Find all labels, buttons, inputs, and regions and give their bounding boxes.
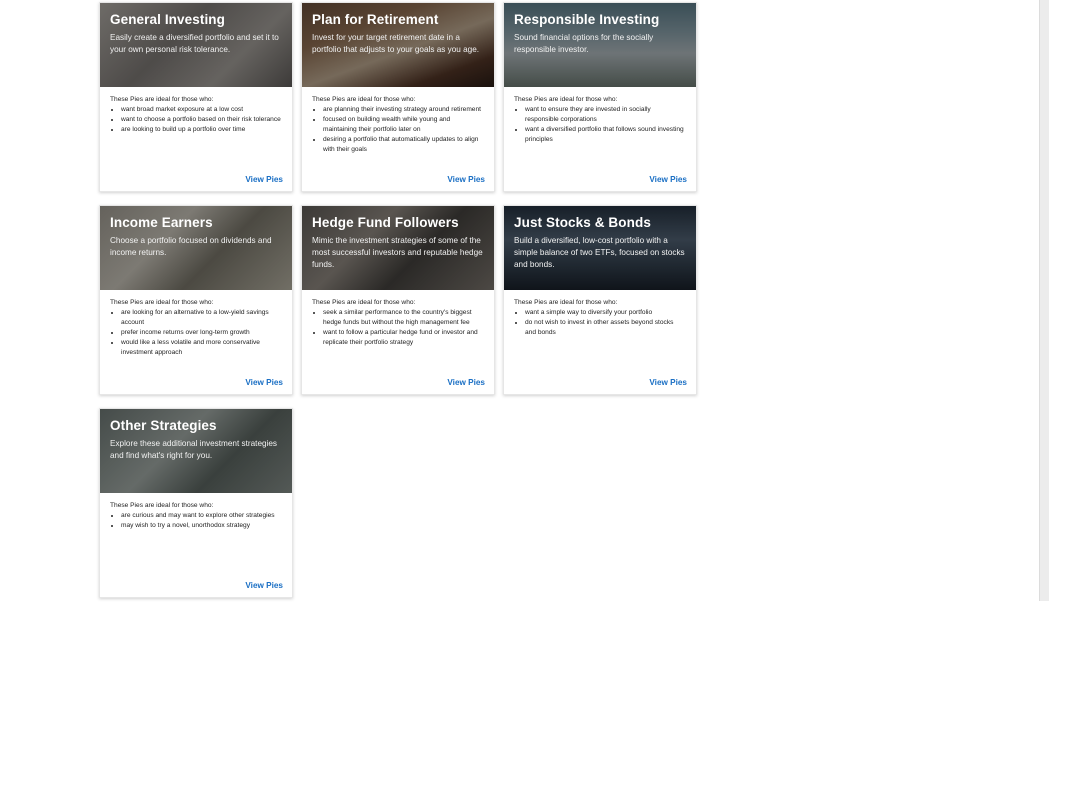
card-just-stocks-and-bonds: Just Stocks & Bonds Build a diversified,… xyxy=(503,205,697,395)
card-title: Hedge Fund Followers xyxy=(312,215,459,230)
list-item: are looking for an alternative to a low-… xyxy=(121,308,282,328)
card-hero-image: Responsible Investing Sound financial op… xyxy=(504,3,696,87)
card-general-investing: General Investing Easily create a divers… xyxy=(99,2,293,192)
card-intro: These Pies are ideal for those who: xyxy=(110,502,214,509)
list-item: want to ensure they are invested in soci… xyxy=(525,105,686,125)
card-bullet-list: want a simple way to diversify your port… xyxy=(514,308,686,338)
card-title: Responsible Investing xyxy=(514,12,660,27)
card-intro: These Pies are ideal for those who: xyxy=(514,96,618,103)
card-hero-image: General Investing Easily create a divers… xyxy=(100,3,292,87)
list-item: want to follow a particular hedge fund o… xyxy=(323,328,484,348)
card-title: Just Stocks & Bonds xyxy=(514,215,651,230)
card-hero-image: Income Earners Choose a portfolio focuse… xyxy=(100,206,292,290)
view-pies-link[interactable]: View Pies xyxy=(447,378,485,387)
card-bullet-list: are planning their investing strategy ar… xyxy=(312,105,484,155)
card-other-strategies: Other Strategies Explore these additiona… xyxy=(99,408,293,598)
list-item: want a simple way to diversify your port… xyxy=(525,308,686,318)
list-item: are curious and may want to explore othe… xyxy=(121,511,282,521)
view-pies-link[interactable]: View Pies xyxy=(245,378,283,387)
list-item: may wish to try a novel, unorthodox stra… xyxy=(121,521,282,531)
list-item: prefer income returns over long-term gro… xyxy=(121,328,282,338)
card-intro: These Pies are ideal for those who: xyxy=(110,96,214,103)
card-intro: These Pies are ideal for those who: xyxy=(312,299,416,306)
list-item: desiring a portfolio that automatically … xyxy=(323,135,484,155)
list-item: focused on building wealth while young a… xyxy=(323,115,484,135)
list-item: would like a less volatile and more cons… xyxy=(121,338,282,358)
card-intro: These Pies are ideal for those who: xyxy=(110,299,214,306)
card-bullet-list: want to ensure they are invested in soci… xyxy=(514,105,686,145)
card-intro: These Pies are ideal for those who: xyxy=(514,299,618,306)
card-hedge-fund-followers: Hedge Fund Followers Mimic the investmen… xyxy=(301,205,495,395)
card-description: Mimic the investment strategies of some … xyxy=(312,236,483,269)
list-item: want to choose a portfolio based on thei… xyxy=(121,115,282,125)
view-pies-link[interactable]: View Pies xyxy=(245,175,283,184)
card-plan-for-retirement: Plan for Retirement Invest for your targ… xyxy=(301,2,495,192)
view-pies-link[interactable]: View Pies xyxy=(649,378,687,387)
card-description: Explore these additional investment stra… xyxy=(110,439,278,460)
card-responsible-investing: Responsible Investing Sound financial op… xyxy=(503,2,697,192)
card-income-earners: Income Earners Choose a portfolio focuse… xyxy=(99,205,293,395)
card-hero-image: Plan for Retirement Invest for your targ… xyxy=(302,3,494,87)
card-title: Other Strategies xyxy=(110,418,217,433)
card-description: Invest for your target retirement date i… xyxy=(312,33,480,54)
list-item: seek a similar performance to the countr… xyxy=(323,308,484,328)
card-description: Choose a portfolio focused on dividends … xyxy=(110,236,272,257)
view-pies-link[interactable]: View Pies xyxy=(447,175,485,184)
list-item: want broad market exposure at a low cost xyxy=(121,105,282,115)
card-bullet-list: are curious and may want to explore othe… xyxy=(110,511,282,531)
card-title: Income Earners xyxy=(110,215,213,230)
view-pies-link[interactable]: View Pies xyxy=(649,175,687,184)
card-description: Build a diversified, low-cost portfolio … xyxy=(514,236,685,269)
list-item: are looking to build up a portfolio over… xyxy=(121,125,282,135)
list-item: do not wish to invest in other assets be… xyxy=(525,318,686,338)
card-description: Sound financial options for the socially… xyxy=(514,33,654,54)
card-title: Plan for Retirement xyxy=(312,12,439,27)
card-bullet-list: are looking for an alternative to a low-… xyxy=(110,308,282,358)
card-bullet-list: seek a similar performance to the countr… xyxy=(312,308,484,348)
card-bullet-list: want broad market exposure at a low cost… xyxy=(110,105,282,135)
list-item: are planning their investing strategy ar… xyxy=(323,105,484,115)
card-hero-image: Just Stocks & Bonds Build a diversified,… xyxy=(504,206,696,290)
card-hero-image: Hedge Fund Followers Mimic the investmen… xyxy=(302,206,494,290)
list-item: want a diversified portfolio that follow… xyxy=(525,125,686,145)
card-description: Easily create a diversified portfolio an… xyxy=(110,33,279,54)
card-title: General Investing xyxy=(110,12,225,27)
view-pies-link[interactable]: View Pies xyxy=(245,581,283,590)
card-hero-image: Other Strategies Explore these additiona… xyxy=(100,409,292,493)
card-intro: These Pies are ideal for those who: xyxy=(312,96,416,103)
page-scrollbar[interactable] xyxy=(1039,0,1049,601)
